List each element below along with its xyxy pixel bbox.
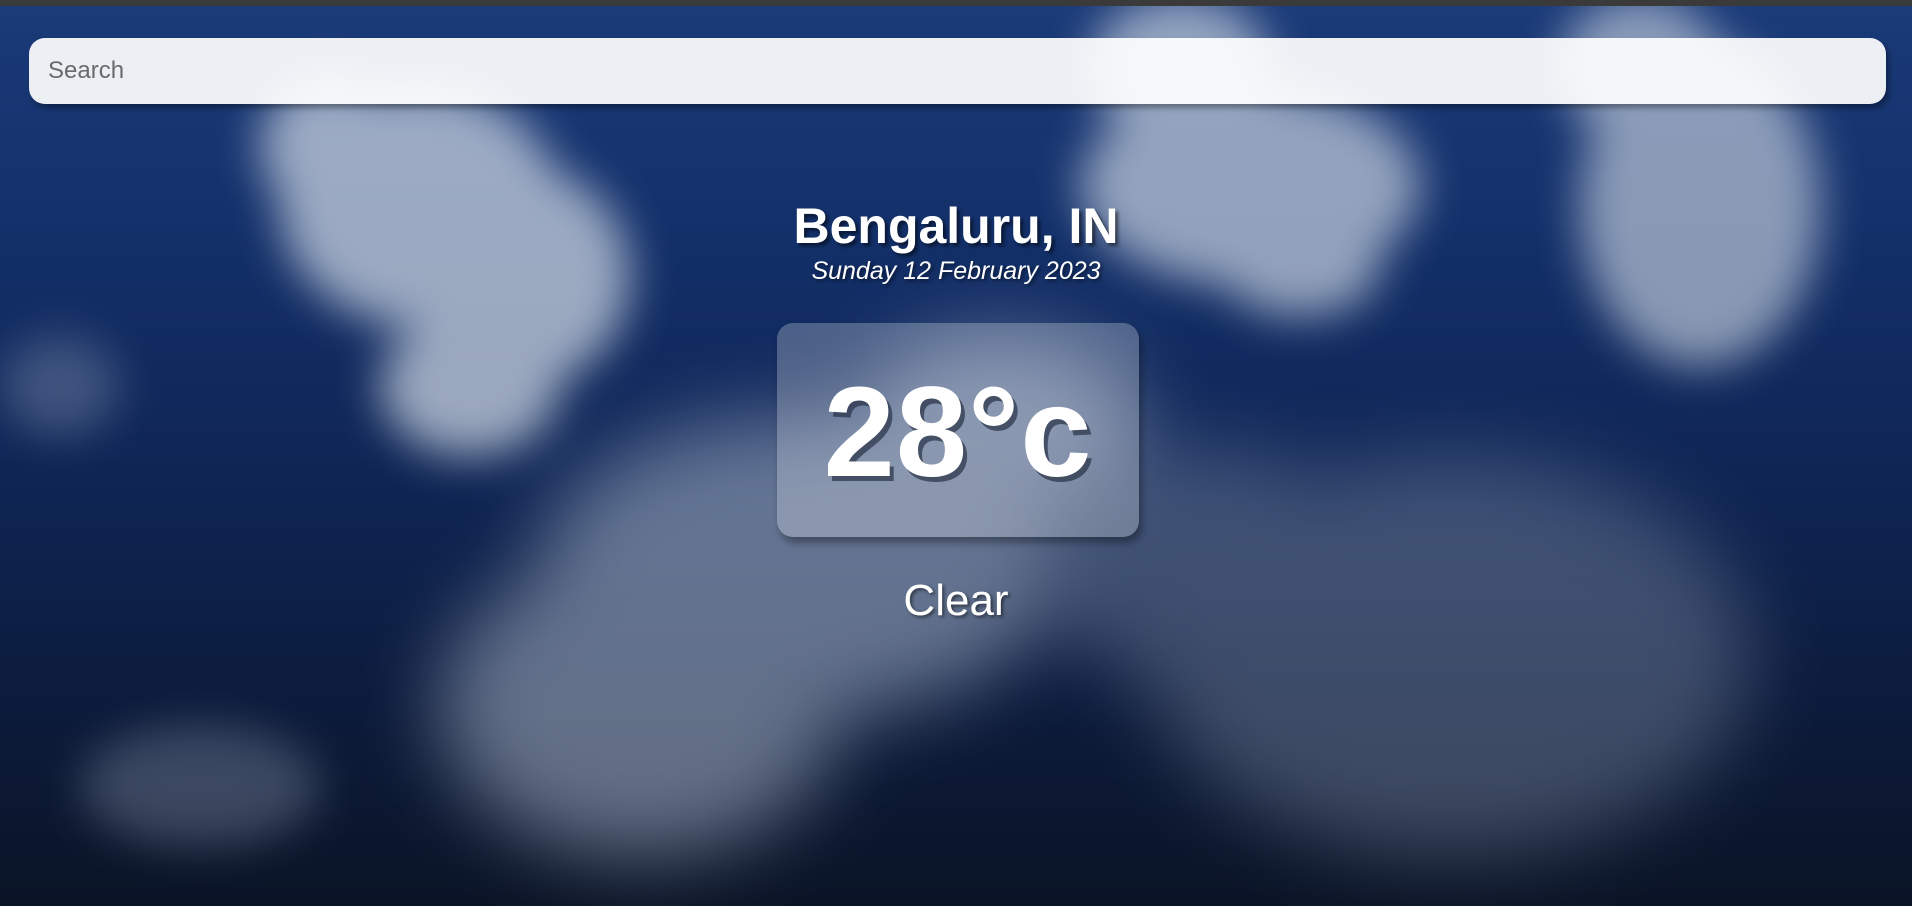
temperature-value: 28°c bbox=[823, 361, 1093, 504]
temperature-card: 28°c bbox=[777, 323, 1139, 537]
weather-condition: Clear bbox=[903, 576, 1009, 625]
search-input[interactable] bbox=[29, 38, 1886, 104]
search-bar bbox=[29, 38, 1886, 104]
location-title: Bengaluru, IN bbox=[793, 198, 1119, 254]
current-date: Sunday 12 February 2023 bbox=[811, 257, 1101, 285]
